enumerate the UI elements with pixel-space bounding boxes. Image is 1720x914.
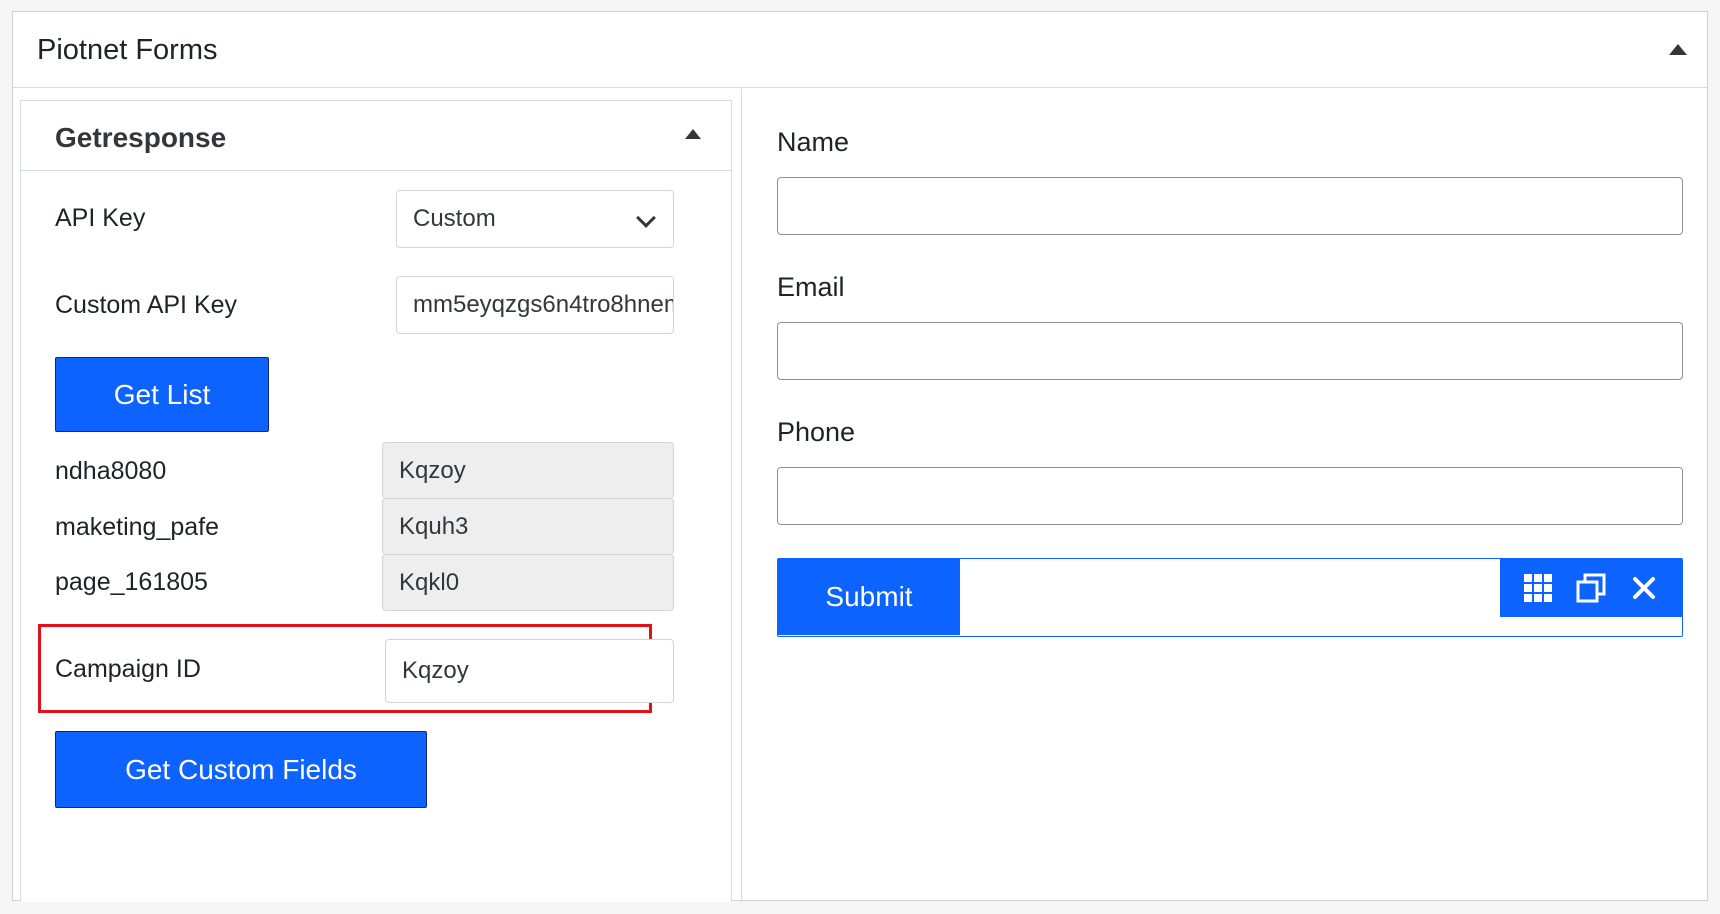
panel-title: Piotnet Forms	[37, 34, 218, 66]
list-id-2: Kquh3	[382, 498, 674, 555]
name-input[interactable]	[777, 177, 1683, 235]
submit-widget: Submit	[777, 558, 1683, 637]
phone-label: Phone	[777, 417, 856, 447]
name-label: Name	[777, 127, 850, 157]
caret-up-icon	[685, 129, 701, 139]
campaign-id-input[interactable]: Kqzoy	[385, 639, 674, 703]
email-label: Email	[777, 272, 845, 302]
custom-api-key-input[interactable]: mm5eyqzgs6n4tro8hnem	[396, 276, 674, 334]
list-name-2: maketing_pafe	[55, 513, 220, 541]
getresponse-section: Getresponse API Key Custom Custom API Ke…	[20, 100, 732, 902]
section-title: Getresponse	[55, 122, 227, 153]
campaign-id-label: Campaign ID	[55, 655, 201, 683]
list-name-1: ndha8080	[55, 457, 167, 485]
get-list-button[interactable]: Get List	[55, 357, 269, 432]
duplicate-icon[interactable]	[1571, 568, 1611, 608]
section-header[interactable]: Getresponse	[21, 101, 731, 171]
api-key-select[interactable]: Custom	[396, 190, 674, 248]
close-icon[interactable]	[1624, 568, 1664, 608]
chevron-down-icon	[636, 208, 656, 228]
custom-api-key-label: Custom API Key	[55, 291, 238, 319]
list-name-3: page_161805	[55, 568, 208, 596]
api-key-selected: Custom	[413, 205, 496, 232]
piotnet-forms-panel: Piotnet Forms Getresponse API Key Custom…	[12, 11, 1708, 902]
api-key-label: API Key	[55, 204, 146, 232]
list-id-1: Kqzoy	[382, 442, 674, 499]
panel-collapse-toggle[interactable]	[1657, 30, 1699, 70]
column-divider	[741, 89, 742, 902]
get-custom-fields-button[interactable]: Get Custom Fields	[55, 731, 427, 808]
email-input[interactable]	[777, 322, 1683, 380]
submit-button[interactable]: Submit	[778, 559, 960, 635]
caret-up-icon	[1669, 44, 1687, 55]
widget-toolbar	[1500, 559, 1682, 617]
grid-icon[interactable]	[1518, 568, 1558, 608]
panel-header: Piotnet Forms	[13, 12, 1707, 88]
phone-input[interactable]	[777, 467, 1683, 525]
list-id-3: Kqkl0	[382, 554, 674, 611]
